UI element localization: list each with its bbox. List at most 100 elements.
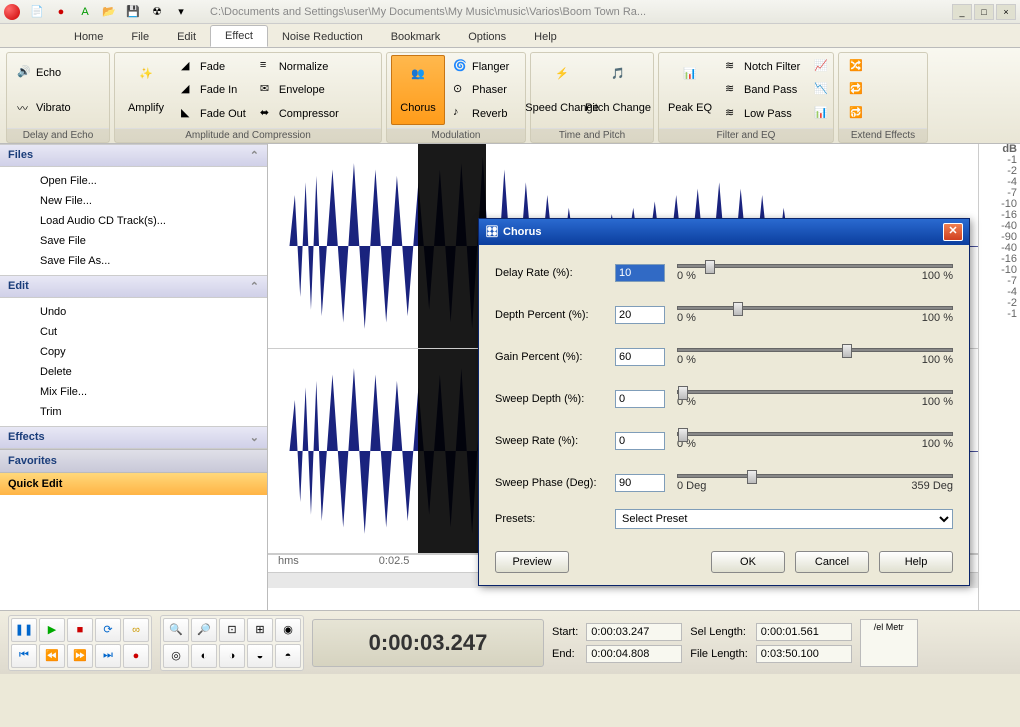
param-slider[interactable] bbox=[677, 474, 953, 478]
selection-region[interactable] bbox=[418, 349, 486, 553]
notch-filter-button[interactable]: ≋Notch Filter bbox=[719, 57, 806, 77]
play-loop-button[interactable]: ⟳ bbox=[95, 618, 121, 642]
param-input[interactable] bbox=[615, 264, 665, 282]
param-slider[interactable] bbox=[677, 306, 953, 310]
zoom-9-button[interactable]: ◒ bbox=[247, 644, 273, 668]
burn-icon[interactable]: ☢ bbox=[148, 3, 166, 21]
text-icon[interactable]: A bbox=[76, 3, 94, 21]
amplify-button[interactable]: ✨Amplify bbox=[119, 55, 173, 125]
tab-edit[interactable]: Edit bbox=[163, 27, 210, 47]
files-item[interactable]: Load Audio CD Track(s)... bbox=[0, 211, 267, 231]
minimize-button[interactable]: _ bbox=[952, 4, 972, 20]
param-input[interactable] bbox=[615, 348, 665, 366]
end-field[interactable] bbox=[586, 645, 682, 663]
edit-item[interactable]: Trim bbox=[0, 402, 267, 422]
eq-extra2-button[interactable]: 📉 bbox=[808, 80, 836, 100]
edit-item[interactable]: Cut bbox=[0, 322, 267, 342]
zoom-out-button[interactable]: 🔎 bbox=[191, 618, 217, 642]
zoom-5-button[interactable]: ◉ bbox=[275, 618, 301, 642]
files-item[interactable]: New File... bbox=[0, 191, 267, 211]
zoom-fit-button[interactable]: ⊞ bbox=[247, 618, 273, 642]
chorus-button[interactable]: 👥Chorus bbox=[391, 55, 445, 125]
quick-edit-section[interactable]: Quick Edit bbox=[0, 472, 267, 495]
param-slider[interactable] bbox=[677, 432, 953, 436]
param-slider[interactable] bbox=[677, 390, 953, 394]
phaser-button[interactable]: ⊙Phaser bbox=[447, 80, 515, 100]
dialog-titlebar[interactable]: 🎛 Chorus ✕ bbox=[479, 219, 969, 245]
record-icon[interactable]: ● bbox=[52, 3, 70, 21]
tab-effect[interactable]: Effect bbox=[210, 25, 268, 47]
pitch-change-button[interactable]: 🎵Pitch Change bbox=[591, 55, 645, 125]
slider-thumb[interactable] bbox=[678, 386, 688, 400]
vibrato-button[interactable]: 〰Vibrato bbox=[11, 98, 77, 118]
selection-region[interactable] bbox=[418, 144, 486, 348]
help-button[interactable]: Help bbox=[879, 551, 953, 573]
normalize-button[interactable]: ≡Normalize bbox=[254, 57, 345, 77]
tab-file[interactable]: File bbox=[117, 27, 163, 47]
edit-item[interactable]: Undo bbox=[0, 302, 267, 322]
envelope-button[interactable]: ✉Envelope bbox=[254, 80, 345, 100]
eq-extra3-button[interactable]: 📊 bbox=[808, 104, 836, 124]
tab-help[interactable]: Help bbox=[520, 27, 571, 47]
zoom-8-button[interactable]: ◑ bbox=[219, 644, 245, 668]
param-slider[interactable] bbox=[677, 348, 953, 352]
zoom-in-button[interactable]: 🔍 bbox=[163, 618, 189, 642]
reverb-button[interactable]: ♪Reverb bbox=[447, 104, 515, 124]
edit-item[interactable]: Delete bbox=[0, 362, 267, 382]
param-input[interactable] bbox=[615, 306, 665, 324]
param-input[interactable] bbox=[615, 474, 665, 492]
record-button[interactable]: ● bbox=[123, 644, 149, 668]
effects-header[interactable]: Effects⌄ bbox=[0, 426, 267, 449]
files-header[interactable]: Files⌃ bbox=[0, 144, 267, 167]
edit-item[interactable]: Mix File... bbox=[0, 382, 267, 402]
slider-thumb[interactable] bbox=[747, 470, 757, 484]
slider-thumb[interactable] bbox=[733, 302, 743, 316]
slider-thumb[interactable] bbox=[842, 344, 852, 358]
tab-noise-reduction[interactable]: Noise Reduction bbox=[268, 27, 377, 47]
presets-select[interactable]: Select Preset bbox=[615, 509, 953, 529]
stop-button[interactable]: ■ bbox=[67, 618, 93, 642]
ok-button[interactable]: OK bbox=[711, 551, 785, 573]
files-item[interactable]: Save File As... bbox=[0, 251, 267, 271]
param-input[interactable] bbox=[615, 432, 665, 450]
fade-button[interactable]: ◢Fade bbox=[175, 57, 252, 77]
zoom-7-button[interactable]: ◐ bbox=[191, 644, 217, 668]
fadeout-button[interactable]: ◣Fade Out bbox=[175, 104, 252, 124]
open-icon[interactable]: 📂 bbox=[100, 3, 118, 21]
eq-extra1-button[interactable]: 📈 bbox=[808, 57, 836, 77]
speed-change-button[interactable]: ⚡Speed Change bbox=[535, 55, 589, 125]
save-icon[interactable]: 💾 bbox=[124, 3, 142, 21]
flanger-button[interactable]: 🌀Flanger bbox=[447, 57, 515, 77]
qat-dropdown-icon[interactable]: ▾ bbox=[172, 3, 190, 21]
echo-button[interactable]: 🔊Echo bbox=[11, 63, 77, 83]
zoom-10-button[interactable]: ◓ bbox=[275, 644, 301, 668]
dialog-close-button[interactable]: ✕ bbox=[943, 223, 963, 241]
start-field[interactable] bbox=[586, 623, 682, 641]
edit-header[interactable]: Edit⌃ bbox=[0, 275, 267, 298]
skip-start-button[interactable]: ⏮ bbox=[11, 644, 37, 668]
slider-thumb[interactable] bbox=[705, 260, 715, 274]
play-button[interactable]: ▶ bbox=[39, 618, 65, 642]
ext3-button[interactable]: 🔂 bbox=[843, 104, 871, 124]
favorites-section[interactable]: Favorites bbox=[0, 449, 267, 472]
loop-button[interactable]: ∞ bbox=[123, 618, 149, 642]
skip-end-button[interactable]: ⏭ bbox=[95, 644, 121, 668]
cancel-button[interactable]: Cancel bbox=[795, 551, 869, 573]
tab-options[interactable]: Options bbox=[454, 27, 520, 47]
tab-bookmark[interactable]: Bookmark bbox=[377, 27, 455, 47]
sel-field[interactable] bbox=[756, 623, 852, 641]
file-field[interactable] bbox=[756, 645, 852, 663]
preview-button[interactable]: Preview bbox=[495, 551, 569, 573]
slider-thumb[interactable] bbox=[678, 428, 688, 442]
zoom-sel-button[interactable]: ⊡ bbox=[219, 618, 245, 642]
edit-item[interactable]: Copy bbox=[0, 342, 267, 362]
pause-button[interactable]: ❚❚ bbox=[11, 618, 37, 642]
param-slider[interactable] bbox=[677, 264, 953, 268]
tab-home[interactable]: Home bbox=[60, 27, 117, 47]
close-button[interactable]: × bbox=[996, 4, 1016, 20]
zoom-6-button[interactable]: ◎ bbox=[163, 644, 189, 668]
param-input[interactable] bbox=[615, 390, 665, 408]
peak-eq-button[interactable]: 📊Peak EQ bbox=[663, 55, 717, 125]
compressor-button[interactable]: ⬌Compressor bbox=[254, 104, 345, 124]
band-pass-button[interactable]: ≋Band Pass bbox=[719, 80, 806, 100]
